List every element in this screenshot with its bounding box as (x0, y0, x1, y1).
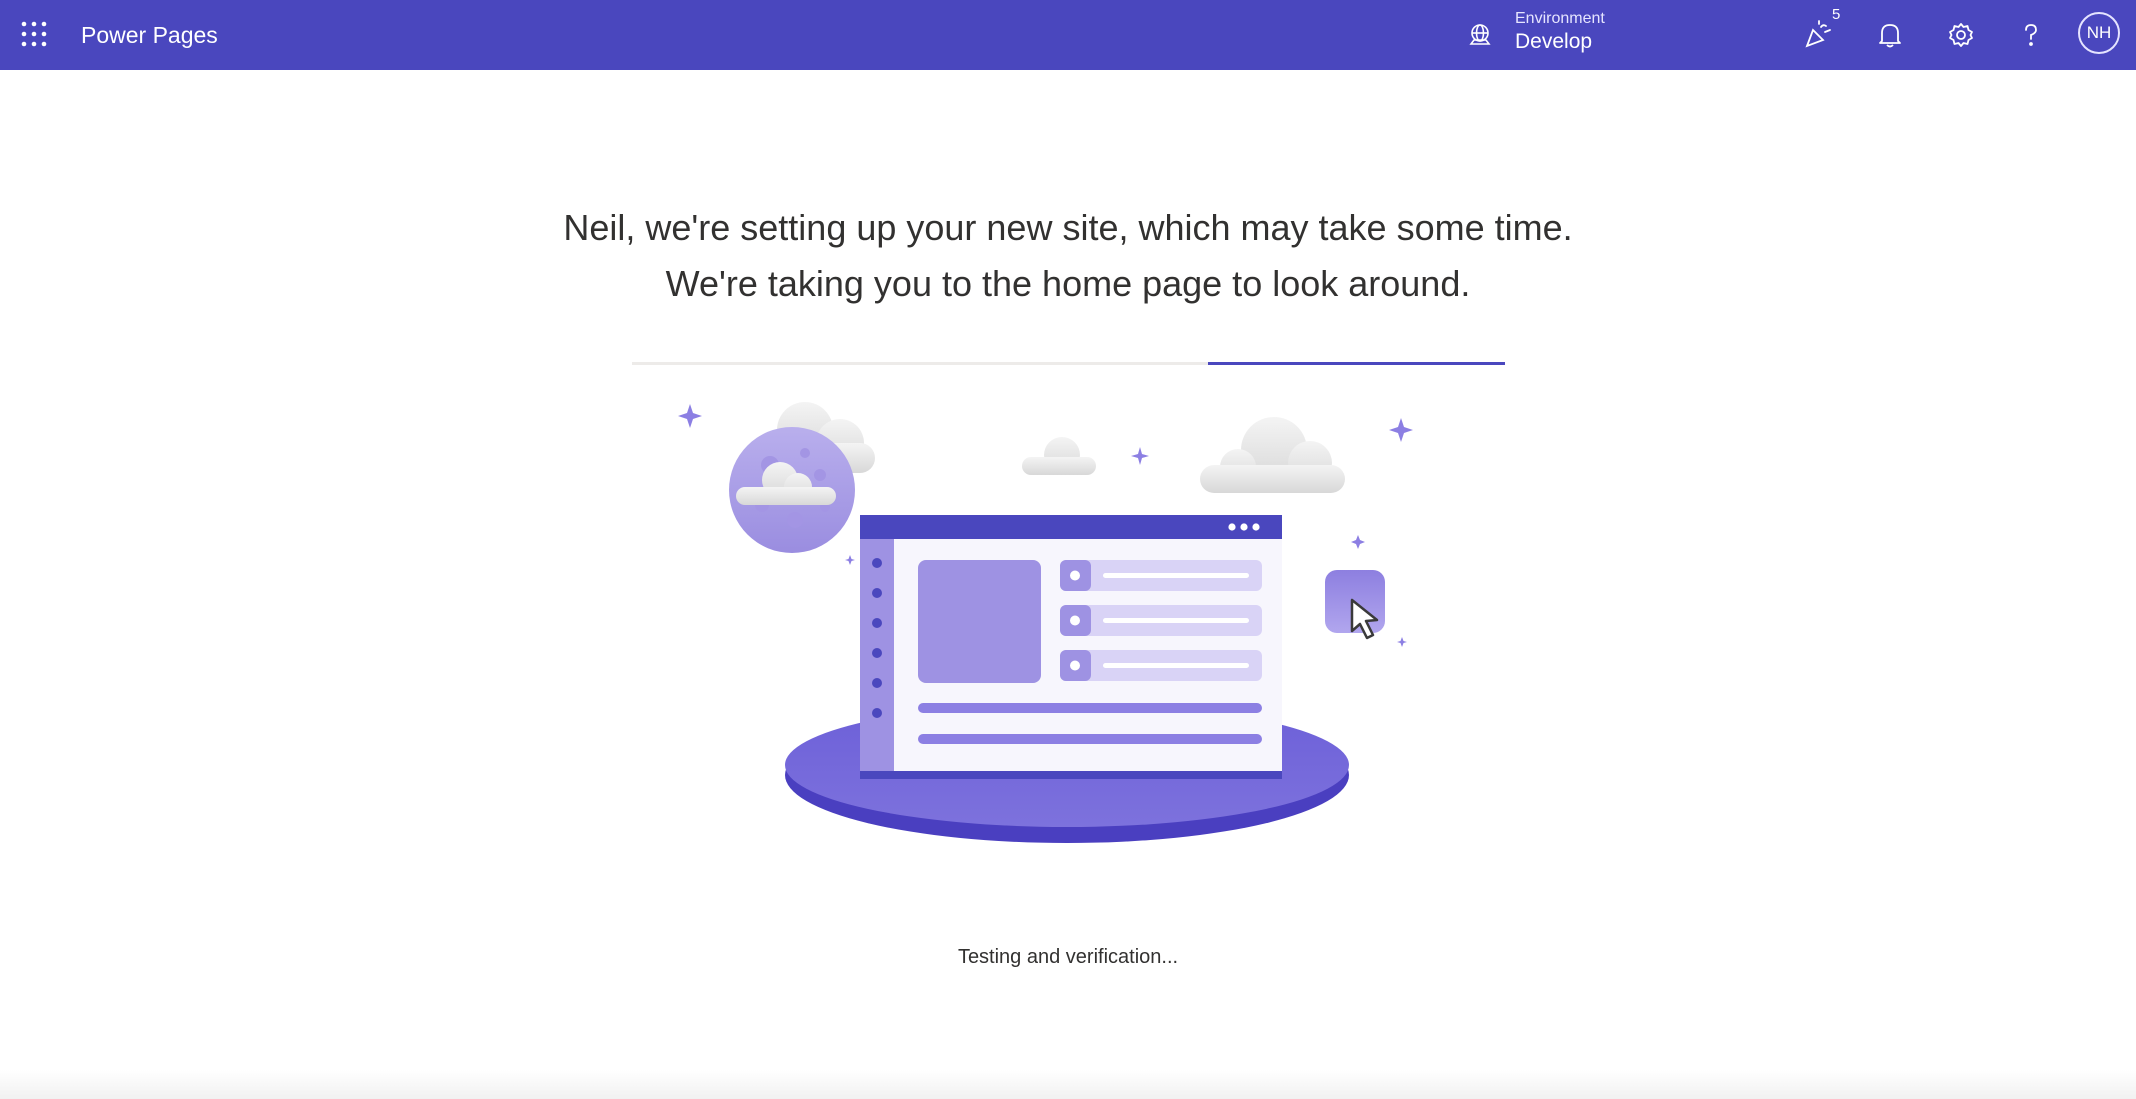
setup-headline: Neil, we're setting up your new site, wh… (368, 200, 1768, 312)
headline-line-2: We're taking you to the home page to loo… (665, 263, 1471, 304)
page-bottom-edge (0, 1070, 2136, 1099)
site-setup-illustration (670, 395, 1460, 860)
status-text: Testing and verification... (957, 946, 1179, 968)
environment-name[interactable]: Develop (1515, 29, 1592, 55)
bell-icon[interactable] (1873, 18, 1907, 52)
top-bar: Power Pages Environment Develop 5 NH (0, 0, 2136, 70)
gear-icon[interactable] (1944, 18, 1978, 52)
help-icon[interactable] (2014, 18, 2048, 52)
app-title[interactable]: Power Pages (81, 21, 218, 49)
celebration-icon[interactable] (1801, 18, 1835, 52)
environment-icon[interactable] (1466, 22, 1494, 50)
progress-indicator (1208, 362, 1505, 365)
app-launcher-icon[interactable] (20, 20, 48, 48)
user-avatar[interactable]: NH (2078, 12, 2120, 54)
progress-bar (632, 362, 1505, 365)
headline-line-1: Neil, we're setting up your new site, wh… (563, 207, 1573, 248)
environment-label[interactable]: Environment (1515, 9, 1605, 29)
celebration-badge: 5 (1832, 6, 1841, 23)
